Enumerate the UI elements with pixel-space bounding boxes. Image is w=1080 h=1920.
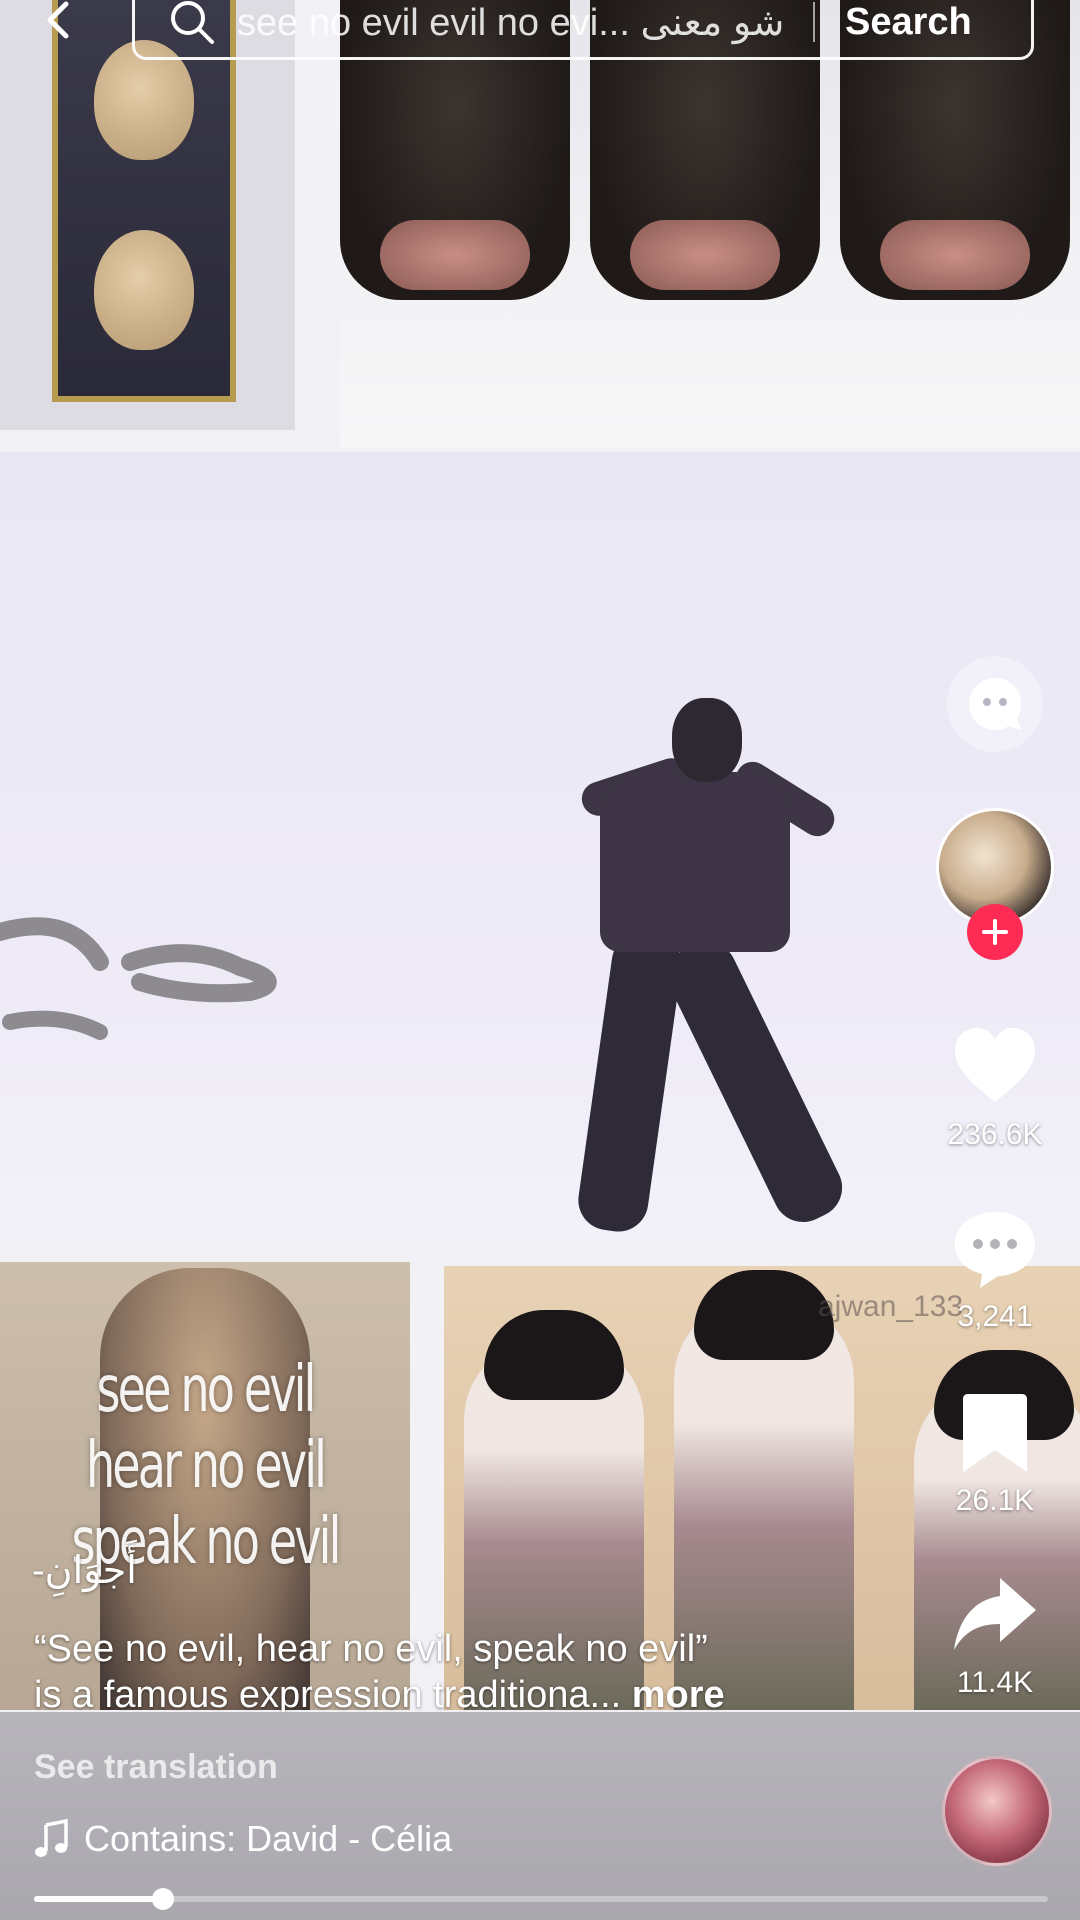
- search-button[interactable]: Search: [845, 1, 972, 44]
- save-count: 26.1K: [955, 1484, 1035, 1517]
- creator-avatar-group[interactable]: [920, 808, 1070, 960]
- sound-title: Contains: David - Célia: [84, 1818, 453, 1859]
- share-button[interactable]: 11.4K: [920, 1570, 1070, 1700]
- search-divider: [813, 2, 815, 42]
- sound-disc-avatar[interactable]: [942, 1756, 1052, 1866]
- ai-assistant-icon: [969, 677, 1022, 730]
- see-translation-link[interactable]: See translation: [34, 1748, 278, 1787]
- save-button[interactable]: 26.1K: [920, 1388, 1070, 1518]
- comment-icon: [955, 1212, 1035, 1288]
- caption[interactable]: “See no evil, hear no evil, speak no evi…: [34, 1626, 934, 1718]
- video-player-screen[interactable]: see no evil hear no evil speak no evil a…: [0, 0, 1080, 1920]
- chevron-left-icon: [47, 1, 69, 39]
- overlay-line: hear no evil: [85, 1429, 327, 1503]
- caption-text: is a famous expression traditiona...: [34, 1674, 622, 1716]
- heart-icon: [955, 1028, 1035, 1102]
- bookmark-icon: [963, 1394, 1027, 1472]
- playback-scrubber-handle[interactable]: [151, 1888, 174, 1910]
- search-icon: [171, 1, 214, 44]
- sound-link[interactable]: Contains: David - Célia: [34, 1818, 452, 1860]
- author-name[interactable]: -أَجوَانِ: [32, 1548, 137, 1593]
- comment-button[interactable]: 3,241: [920, 1204, 1070, 1334]
- comment-count: 3,241: [957, 1300, 1033, 1333]
- share-icon: [954, 1578, 1036, 1650]
- bottom-info-panel: See translation Contains: David - Célia: [0, 1712, 1080, 1920]
- like-button[interactable]: 236.6K: [920, 1022, 1070, 1152]
- overlay-line: see no evil: [96, 1353, 317, 1427]
- search-input[interactable]: see no evil evil no evi... شو معنى: [237, 0, 807, 45]
- caption-line: “See no evil, hear no evil, speak no evi…: [34, 1628, 708, 1670]
- caption-more-link[interactable]: more: [632, 1674, 725, 1716]
- video-frame-chimpanzees-image: [340, 0, 1080, 448]
- search-bar[interactable]: see no evil evil no evi... شو معنى Searc…: [132, 0, 1034, 60]
- music-note-icon: [35, 1819, 68, 1857]
- like-count: 236.6K: [947, 1118, 1043, 1151]
- playback-progress-fill: [34, 1896, 163, 1902]
- ai-assistant-button[interactable]: [920, 656, 1070, 752]
- video-frame-plaque-image: [0, 0, 295, 430]
- video-frame-dancer-image: [0, 452, 1080, 1242]
- scribble-drawing: [0, 917, 277, 1040]
- playback-progress-bar[interactable]: [34, 1888, 1048, 1910]
- share-count: 11.4K: [956, 1666, 1034, 1699]
- plus-icon: [982, 919, 1008, 945]
- back-button[interactable]: [30, 0, 90, 50]
- follow-button[interactable]: [967, 904, 1023, 960]
- video-overlay-text: see no evil hear no evil speak no evil: [57, 1352, 352, 1580]
